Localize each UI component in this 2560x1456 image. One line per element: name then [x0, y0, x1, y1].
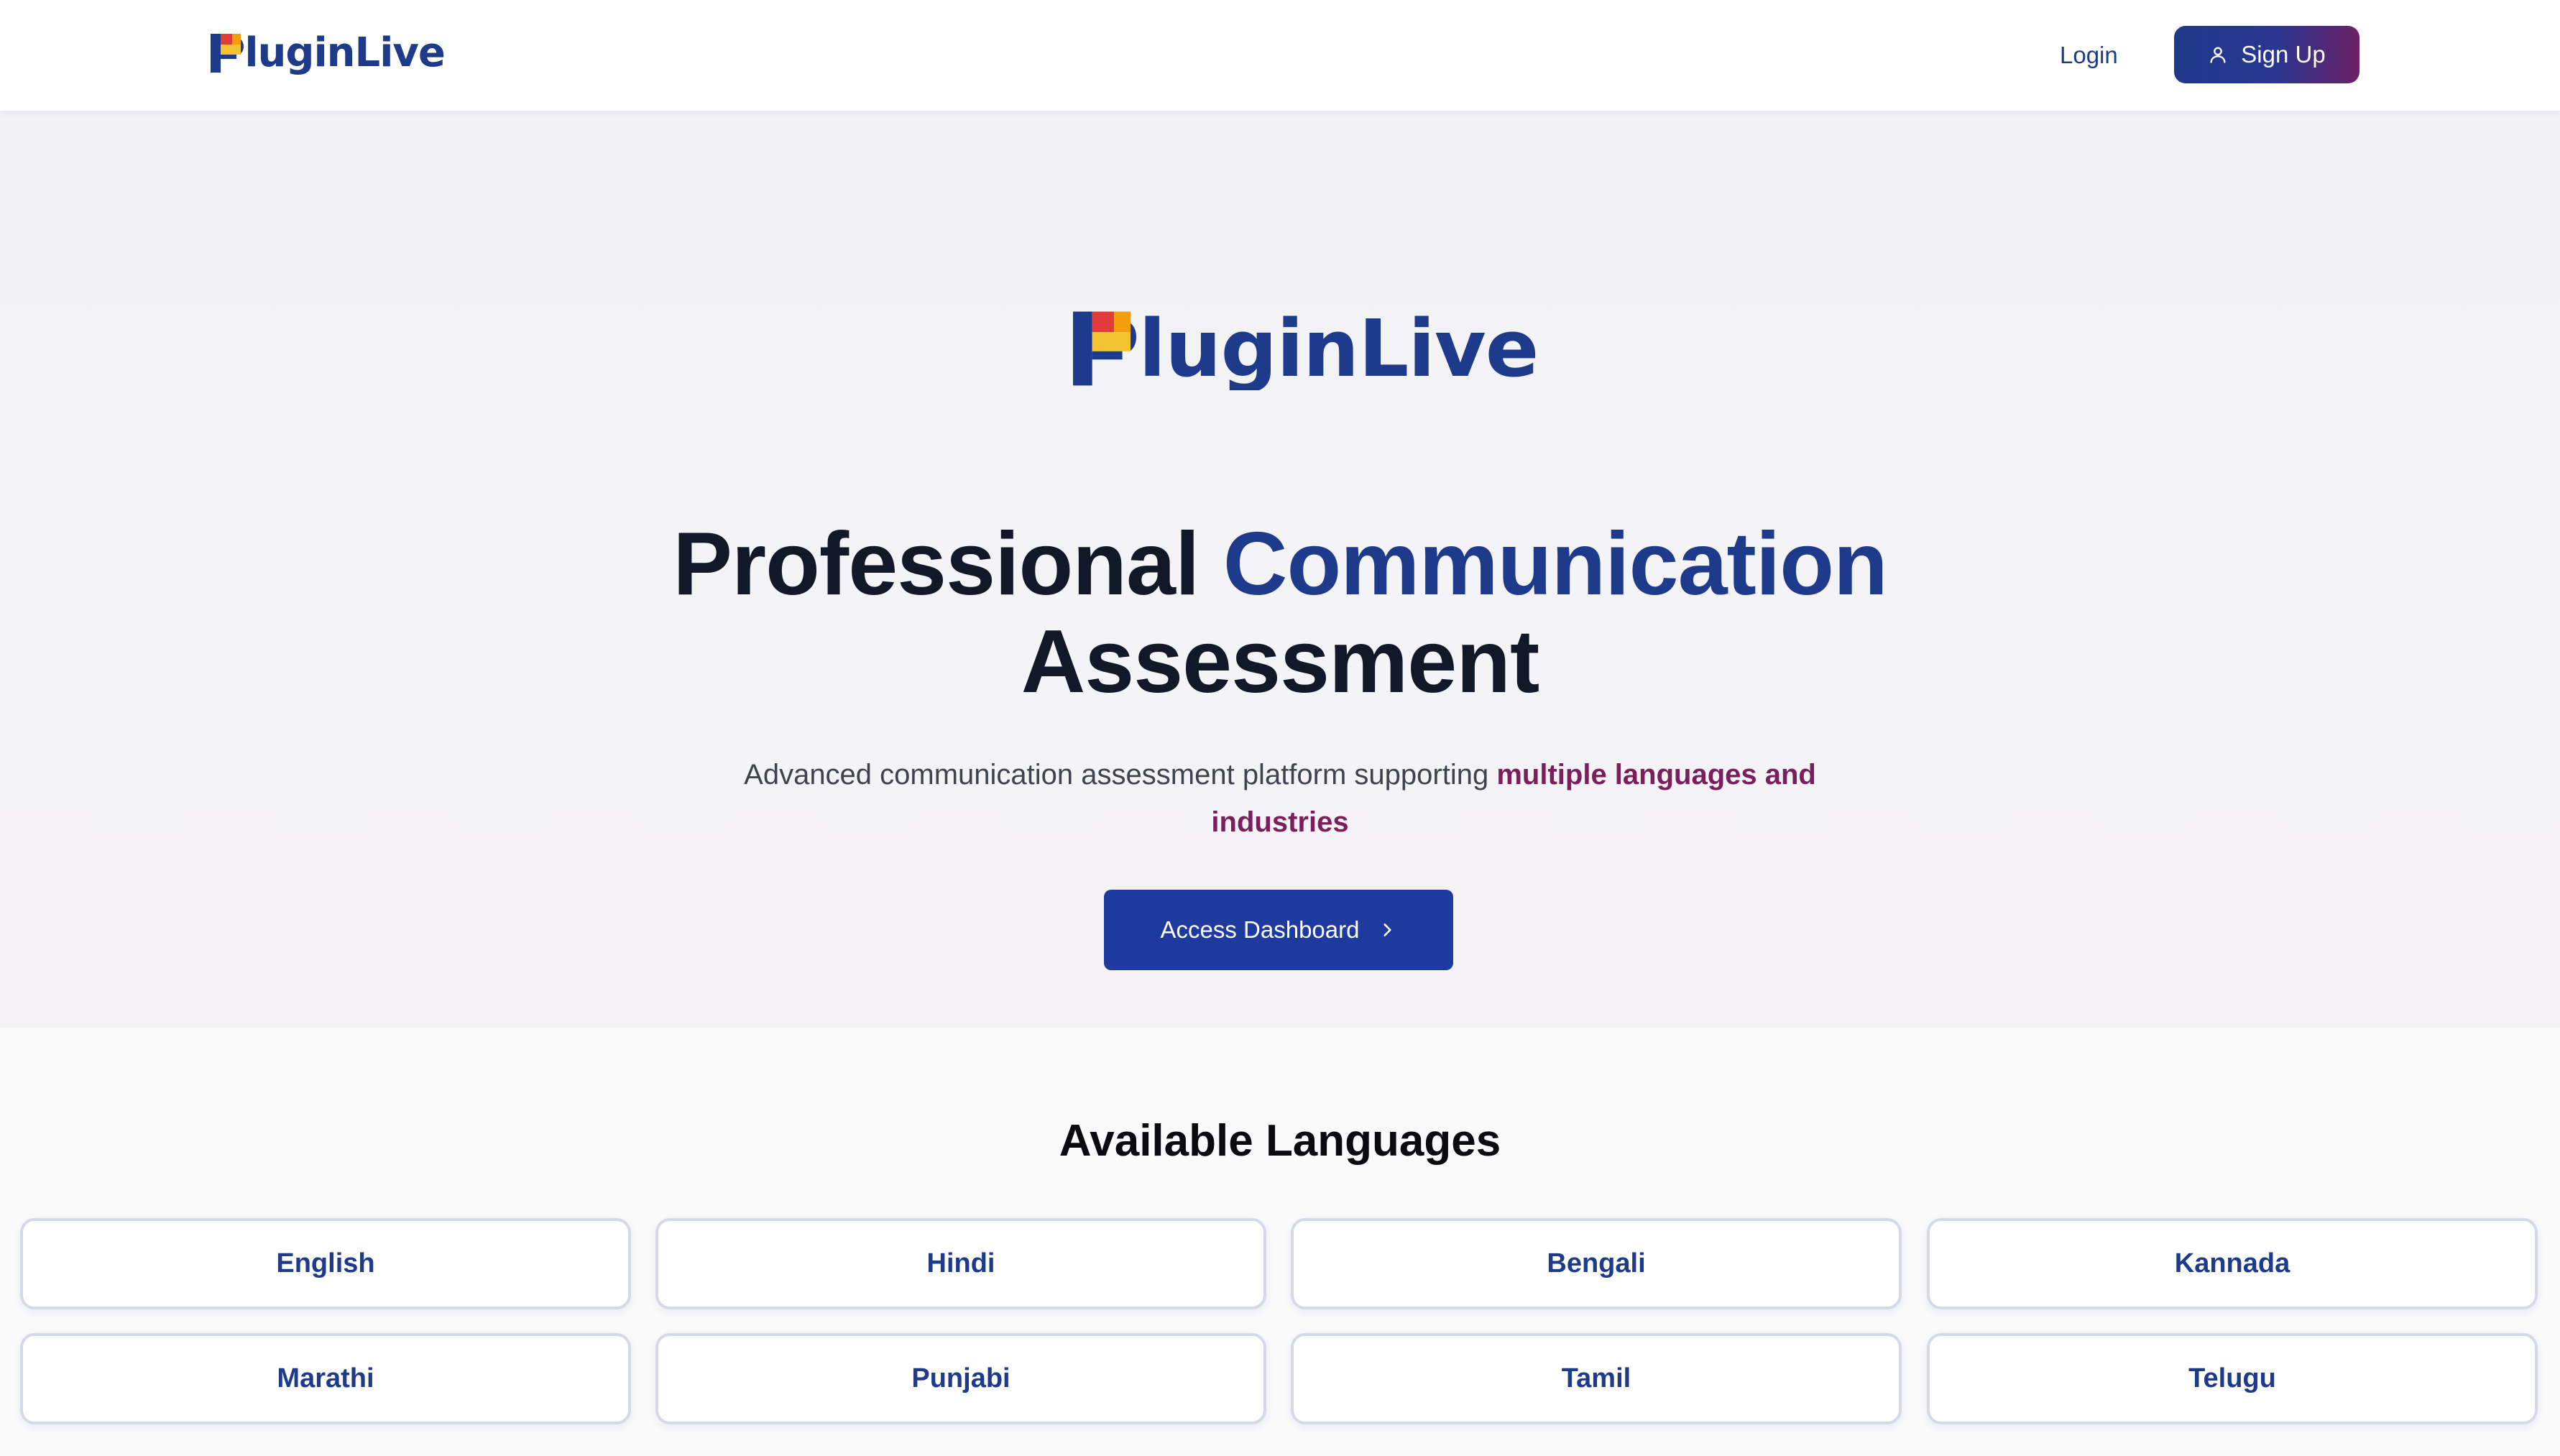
language-card-kannada[interactable]: Kannada	[1927, 1218, 2538, 1309]
access-dashboard-label: Access Dashboard	[1160, 916, 1360, 943]
language-card-bengali[interactable]: Bengali	[1291, 1218, 1902, 1309]
access-dashboard-button[interactable]: Access Dashboard	[1104, 890, 1453, 970]
hero-subtitle: Advanced communication assessment platfo…	[719, 751, 1841, 846]
language-card-marathi[interactable]: Marathi	[20, 1333, 631, 1424]
top-navbar: PluginLive Login Sign Up	[0, 0, 2560, 111]
hero-logo: PluginLive	[1073, 307, 1538, 390]
language-card-tamil[interactable]: Tamil	[1291, 1333, 1902, 1424]
language-card-hindi[interactable]: Hindi	[655, 1218, 1266, 1309]
language-card-telugu[interactable]: Telugu	[1927, 1333, 2538, 1424]
logo-mark-icon	[1073, 311, 1131, 386]
hero-section: PluginLive Professional Communication As…	[0, 111, 2560, 1028]
hero-title: Professional Communication Assessment	[0, 515, 2560, 711]
hero-title-part2: Assessment	[1021, 612, 1540, 711]
logo-mark-icon	[211, 34, 241, 73]
language-card-punjabi[interactable]: Punjabi	[655, 1333, 1266, 1424]
user-icon	[2210, 47, 2226, 63]
header-logo-text: PluginLive	[216, 29, 445, 76]
hero-logo-text: PluginLive	[1081, 303, 1539, 395]
language-card-english[interactable]: English	[20, 1218, 631, 1309]
signup-label: Sign Up	[2241, 41, 2326, 68]
hero-title-accent: Communication	[1223, 515, 1888, 614]
login-link[interactable]: Login	[2060, 41, 2118, 70]
hero-title-part1: Professional	[673, 515, 1200, 614]
chevron-right-icon	[1383, 923, 1392, 936]
header-logo[interactable]: PluginLive	[211, 32, 445, 75]
signup-button[interactable]: Sign Up	[2174, 26, 2359, 83]
languages-heading: Available Languages	[1059, 1116, 1501, 1166]
hero-subtitle-plain: Advanced communication assessment platfo…	[744, 759, 1489, 791]
languages-section: Available Languages English Hindi Bengal…	[0, 1028, 2560, 1456]
